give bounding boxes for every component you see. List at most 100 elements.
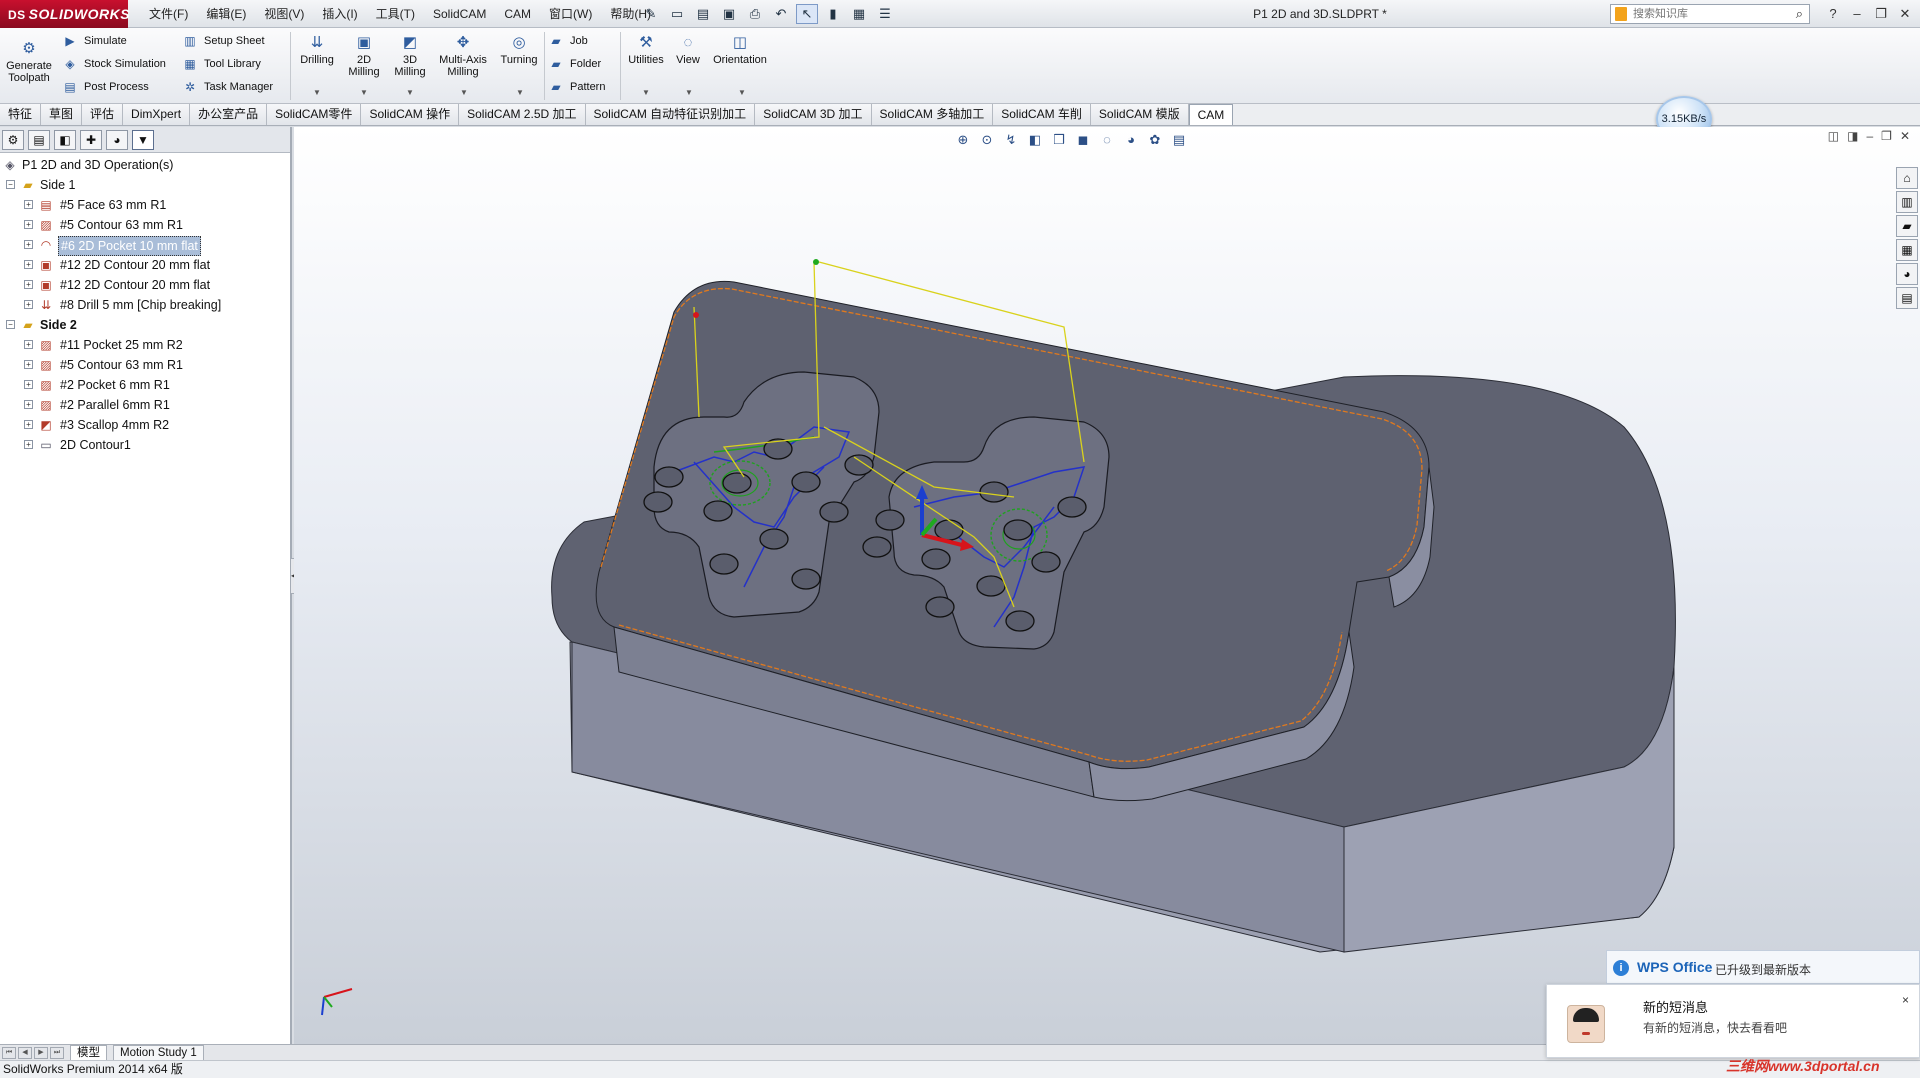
tree-operation[interactable]: + ▭ 2D Contour1 [0,435,290,455]
expand-icon[interactable]: + [24,440,33,449]
tab-solidcam-multiaxis[interactable]: SolidCAM 多轴加工 [871,104,994,125]
next-tab-icon[interactable]: ▶ [34,1046,48,1059]
expand-icon[interactable]: + [24,420,33,429]
tab-solidcam-3d[interactable]: SolidCAM 3D 加工 [755,104,872,125]
expand-icon[interactable]: + [24,300,33,309]
menu-file[interactable]: 文件(F) [140,0,197,28]
expand-icon[interactable]: + [24,360,33,369]
first-tab-icon[interactable]: ⏮ [2,1046,16,1059]
collapse-icon[interactable]: − [6,180,15,189]
prev-tab-icon[interactable]: ◀ [18,1046,32,1059]
post-process-button[interactable]: ▤ Post Process [62,79,148,95]
menu-insert[interactable]: 插入(I) [313,0,366,28]
orientation-dropdown-icon[interactable]: ▼ [738,88,746,97]
new-document-icon[interactable]: ▭ [666,4,688,24]
feature-manager-tab-icon[interactable]: ⚙ [2,130,24,150]
minimize-icon[interactable]: – [1848,0,1866,28]
turning-dropdown-icon[interactable]: ▼ [516,88,524,97]
open-folder-icon[interactable]: ▤ [692,4,714,24]
solidcam-manager-tab-icon[interactable]: ▼ [132,130,154,150]
sms-notification[interactable]: 新的短消息 有新的短消息，快去看看吧 × [1546,984,1920,1058]
last-tab-icon[interactable]: ⏭ [50,1046,64,1059]
pattern-button[interactable]: ▰ Pattern [548,79,605,95]
stock-simulation-button[interactable]: ◈ Stock Simulation [62,56,166,72]
generate-toolpath-button[interactable]: ⚙ Generate Toolpath [6,40,52,84]
job-button[interactable]: ▰ Job [548,33,587,49]
multi-axis-milling-button[interactable]: ✥ Multi-Axis Milling [434,34,492,78]
tree-operation-selected[interactable]: + ◠ #6 2D Pocket 10 mm flat [0,235,290,256]
tab-motion-study[interactable]: Motion Study 1 [113,1044,204,1061]
tree-side-2[interactable]: − ▰ Side 2 [0,315,290,335]
pin-icon[interactable]: ✎ [640,4,662,24]
3d-milling-dropdown-icon[interactable]: ▼ [406,88,414,97]
tab-cam[interactable]: CAM [1188,104,1234,125]
expand-icon[interactable]: + [24,240,33,249]
tree-operation[interactable]: + ▤ #5 Face 63 mm R1 [0,195,290,215]
dimxpert-tab-icon[interactable]: ✚ [80,130,102,150]
menu-tools[interactable]: 工具(T) [367,0,424,28]
expand-icon[interactable]: + [24,400,33,409]
search-icon[interactable]: ⌕ [1796,6,1803,22]
drilling-dropdown-icon[interactable]: ▼ [313,88,321,97]
tool-library-button[interactable]: ▦ Tool Library [182,56,261,72]
orientation-button[interactable]: ◫ Orientation [708,34,772,66]
tab-model[interactable]: 模型 [70,1044,107,1061]
expand-icon[interactable]: + [24,380,33,389]
select-cursor-icon[interactable]: ↖ [796,4,818,24]
help-icon[interactable]: ? [1824,0,1842,28]
property-manager-tab-icon[interactable]: ▤ [28,130,50,150]
utilities-dropdown-icon[interactable]: ▼ [642,88,650,97]
collapse-icon[interactable]: − [6,320,15,329]
tab-solidcam-templates[interactable]: SolidCAM 模版 [1090,104,1189,125]
cam-part-model[interactable] [294,127,1920,1044]
task-manager-button[interactable]: ✲ Task Manager [182,79,273,95]
utilities-button[interactable]: ⚒ Utilities [624,34,668,66]
multi-axis-dropdown-icon[interactable]: ▼ [460,88,468,97]
expand-icon[interactable]: + [24,200,33,209]
tree-operation[interactable]: + ◩ #3 Scallop 4mm R2 [0,415,290,435]
tab-solidcam-part[interactable]: SolidCAM零件 [267,104,362,125]
tab-solidcam-25d[interactable]: SolidCAM 2.5D 加工 [459,104,586,125]
expand-icon[interactable]: + [24,340,33,349]
configuration-manager-tab-icon[interactable]: ◧ [54,130,76,150]
expand-icon[interactable]: + [24,260,33,269]
tab-solidcam-turning[interactable]: SolidCAM 车削 [993,104,1091,125]
drilling-button[interactable]: ⇊ Drilling [296,34,338,66]
close-icon[interactable]: × [1902,993,1909,1007]
2d-milling-dropdown-icon[interactable]: ▼ [360,88,368,97]
display-manager-tab-icon[interactable]: ◕ [106,130,128,150]
tree-side-1[interactable]: − ▰ Side 1 [0,175,290,195]
tab-features[interactable]: 特征 [0,104,42,125]
view-dropdown-icon[interactable]: ▼ [685,88,693,97]
menu-view[interactable]: 视图(V) [255,0,313,28]
undo-icon[interactable]: ↶ [770,4,792,24]
search-input[interactable] [1611,5,1771,23]
wps-update-notification[interactable]: i WPS Office 已升级到最新版本 [1606,950,1920,984]
print-icon[interactable]: ⎙ [744,4,766,24]
tree-operation[interactable]: + ▨ #2 Parallel 6mm R1 [0,395,290,415]
expand-icon[interactable]: + [24,220,33,229]
tab-solidcam-operations[interactable]: SolidCAM 操作 [361,104,460,125]
menu-cam[interactable]: CAM [495,0,540,28]
tree-operation[interactable]: + ▣ #12 2D Contour 20 mm flat [0,255,290,275]
tree-operation[interactable]: + ▨ #11 Pocket 25 mm R2 [0,335,290,355]
file-properties-icon[interactable]: ▦ [848,4,870,24]
turning-button[interactable]: ◎ Turning [496,34,542,66]
options-icon[interactable]: ☰ [874,4,896,24]
tree-operation[interactable]: + ▨ #5 Contour 63 mm R1 [0,355,290,375]
tree-operation[interactable]: + ▨ #2 Pocket 6 mm R1 [0,375,290,395]
3d-milling-button[interactable]: ◩ 3D Milling [388,34,432,78]
tree-operation[interactable]: + ▣ #12 2D Contour 20 mm flat [0,275,290,295]
expand-icon[interactable]: + [24,280,33,289]
tree-operation[interactable]: + ⇊ #8 Drill 5 mm [Chip breaking] [0,295,290,315]
2d-milling-button[interactable]: ▣ 2D Milling [342,34,386,78]
save-icon[interactable]: ▣ [718,4,740,24]
tab-sketch[interactable]: 草图 [41,104,83,125]
menu-edit[interactable]: 编辑(E) [197,0,255,28]
rebuild-icon[interactable]: ▮ [822,4,844,24]
close-icon[interactable]: ✕ [1896,0,1914,28]
search-box[interactable]: ⌕ [1610,4,1810,24]
restore-icon[interactable]: ❐ [1872,0,1890,28]
menu-solidcam[interactable]: SolidCAM [424,0,495,28]
tree-root[interactable]: ◈ P1 2D and 3D Operation(s) [0,155,290,175]
